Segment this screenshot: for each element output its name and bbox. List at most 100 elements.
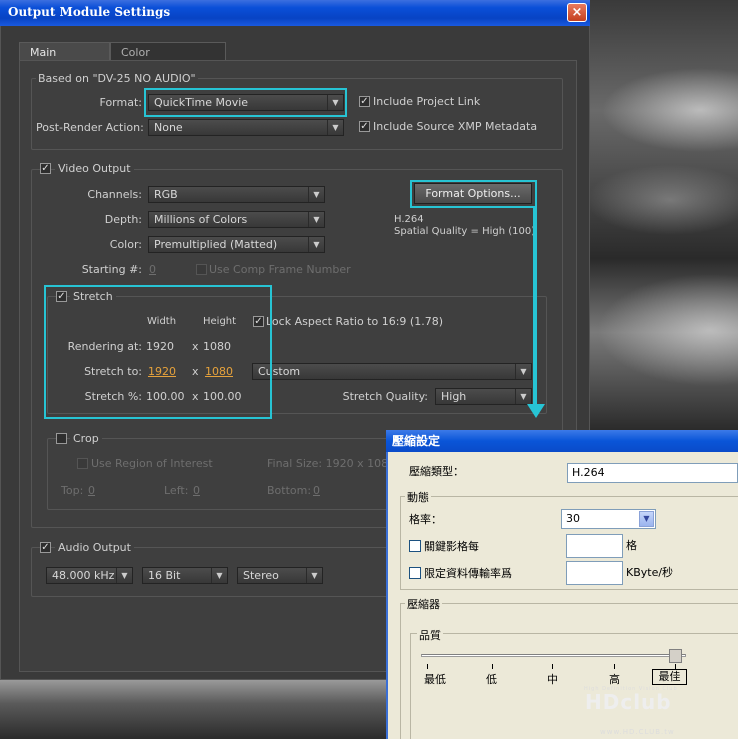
channels-value: RGB [154,188,178,201]
quality-tick-high: 高 [609,673,620,686]
chevron-down-icon: ▼ [308,237,324,252]
video-output-label: Video Output [55,162,134,175]
audio-rate-value: 48.000 kHz [52,569,115,582]
depth-dropdown[interactable]: Millions of Colors ▼ [148,211,325,228]
quality-tick [492,664,493,669]
final-size-text: Final Size: 1920 x 1080 [267,457,396,470]
limit-rate-input[interactable] [566,561,623,585]
crop-top-value[interactable]: 0 [88,484,95,497]
chevron-down-icon: ▼ [327,120,343,135]
format-label: Format: [99,96,142,109]
crop-left-value[interactable]: 0 [193,484,200,497]
quality-tick [614,664,615,669]
quality-tick [552,664,553,669]
frame-rate-value: 30 [566,512,580,525]
format-options-highlight [410,180,537,208]
use-roi-checkbox[interactable] [77,458,88,469]
audio-channels-value: Stereo [243,569,279,582]
audio-output-label: Audio Output [55,541,134,554]
quality-tick-best: 最佳 [652,669,687,685]
hdclub-logo: HDclub [585,690,672,714]
channels-label: Channels: [87,188,142,201]
audio-bits-dropdown[interactable]: 16 Bit ▼ [142,567,228,584]
keyframe-input[interactable] [566,534,623,558]
audio-channels-dropdown[interactable]: Stereo ▼ [237,567,323,584]
use-comp-frame-label: Use Comp Frame Number [209,263,351,276]
video-output-checkbox[interactable]: ✓ [40,163,51,174]
quality-label: 品質 [417,627,443,643]
audio-rate-dropdown[interactable]: 48.000 kHz ▼ [46,567,133,584]
chevron-down-icon: ▼ [211,568,227,583]
keyframe-label: 關鍵影格每 [424,540,479,553]
spatial-quality-text: Spatial Quality = High (100) [394,226,536,237]
quality-group [410,633,738,739]
color-dropdown[interactable]: Premultiplied (Matted) ▼ [148,236,325,253]
keyframe-checkbox[interactable] [409,540,421,552]
crop-checkbox[interactable] [56,433,67,444]
chevron-down-icon: ▼ [308,187,324,202]
limit-rate-label: 限定資料傳輸率爲 [424,567,512,580]
compression-type-label: 壓縮類型： [409,465,464,478]
stretch-highlight [44,285,272,419]
channels-dropdown[interactable]: RGB ▼ [148,186,325,203]
tab-color-management[interactable]: Color Management [110,42,226,78]
stretch-preset-dropdown[interactable]: Custom ▼ [252,363,532,380]
frame-rate-select[interactable]: 30 ▼ [561,509,656,529]
quality-tick [427,664,428,669]
chevron-down-icon: ▼ [515,389,531,404]
frame-rate-label: 格率： [409,513,442,526]
compression-dialog-title[interactable]: 壓縮設定 [386,430,738,452]
watermark-url: www.HD.CLUB.tw [600,728,675,736]
stretch-quality-value: High [441,390,467,403]
starting-value: 0 [149,263,156,276]
post-render-value: None [154,121,183,134]
chevron-down-icon: ▼ [515,364,531,379]
quality-tick-lowest: 最低 [424,673,446,686]
crop-bottom-label: Bottom: [267,484,312,497]
audio-output-checkbox[interactable]: ✓ [40,542,51,553]
color-value: Premultiplied (Matted) [154,238,278,251]
quality-tick-medium: 中 [547,673,558,686]
quality-slider-track[interactable] [421,654,686,657]
chevron-down-icon: ▼ [639,511,654,527]
tab-main-options[interactable]: Main Options [19,42,110,78]
close-button[interactable]: × [567,3,587,22]
crop-label: Crop [70,432,102,445]
compressor-label: 壓縮器 [405,596,442,612]
compression-type-field[interactable]: H.264 [567,463,738,483]
stretch-quality-dropdown[interactable]: High ▼ [435,388,532,405]
audio-bits-value: 16 Bit [148,569,181,582]
codec-text: H.264 [394,214,424,225]
crop-top-label: Top: [61,484,84,497]
lock-aspect-label: Lock Aspect Ratio to 16:9 (1.78) [266,315,443,328]
post-render-label: Post-Render Action: [36,121,144,134]
use-comp-frame-checkbox[interactable] [196,264,207,275]
quality-tick-low: 低 [486,673,497,686]
include-xmp-label: Include Source XMP Metadata [373,120,538,133]
include-project-link-checkbox[interactable]: ✓ [359,96,370,107]
based-on-label: Based on "DV-25 NO AUDIO" [36,72,198,85]
use-roi-label: Use Region of Interest [91,457,213,470]
crop-left-label: Left: [164,484,189,497]
chevron-down-icon: ▼ [306,568,322,583]
limit-rate-checkbox[interactable] [409,567,421,579]
keyframe-unit: 格 [626,539,637,552]
format-highlight [144,88,347,117]
depth-label: Depth: [104,213,142,226]
stretch-quality-label: Stretch Quality: [342,390,428,403]
crop-bottom-value[interactable]: 0 [313,484,320,497]
post-render-dropdown[interactable]: None ▼ [148,119,344,136]
starting-label: Starting #: [81,263,142,276]
chevron-down-icon: ▼ [308,212,324,227]
annotation-arrow-icon [527,404,545,418]
include-project-link-label: Include Project Link [373,95,481,108]
motion-label: 動態 [405,489,431,505]
depth-value: Millions of Colors [154,213,248,226]
dialog-title: Output Module Settings [8,5,171,19]
limit-rate-unit: KByte/秒 [626,566,674,579]
annotation-arrow-line [533,206,537,404]
color-label: Color: [109,238,142,251]
include-xmp-checkbox[interactable]: ✓ [359,121,370,132]
chevron-down-icon: ▼ [116,568,132,583]
quality-slider-thumb[interactable] [669,649,682,663]
